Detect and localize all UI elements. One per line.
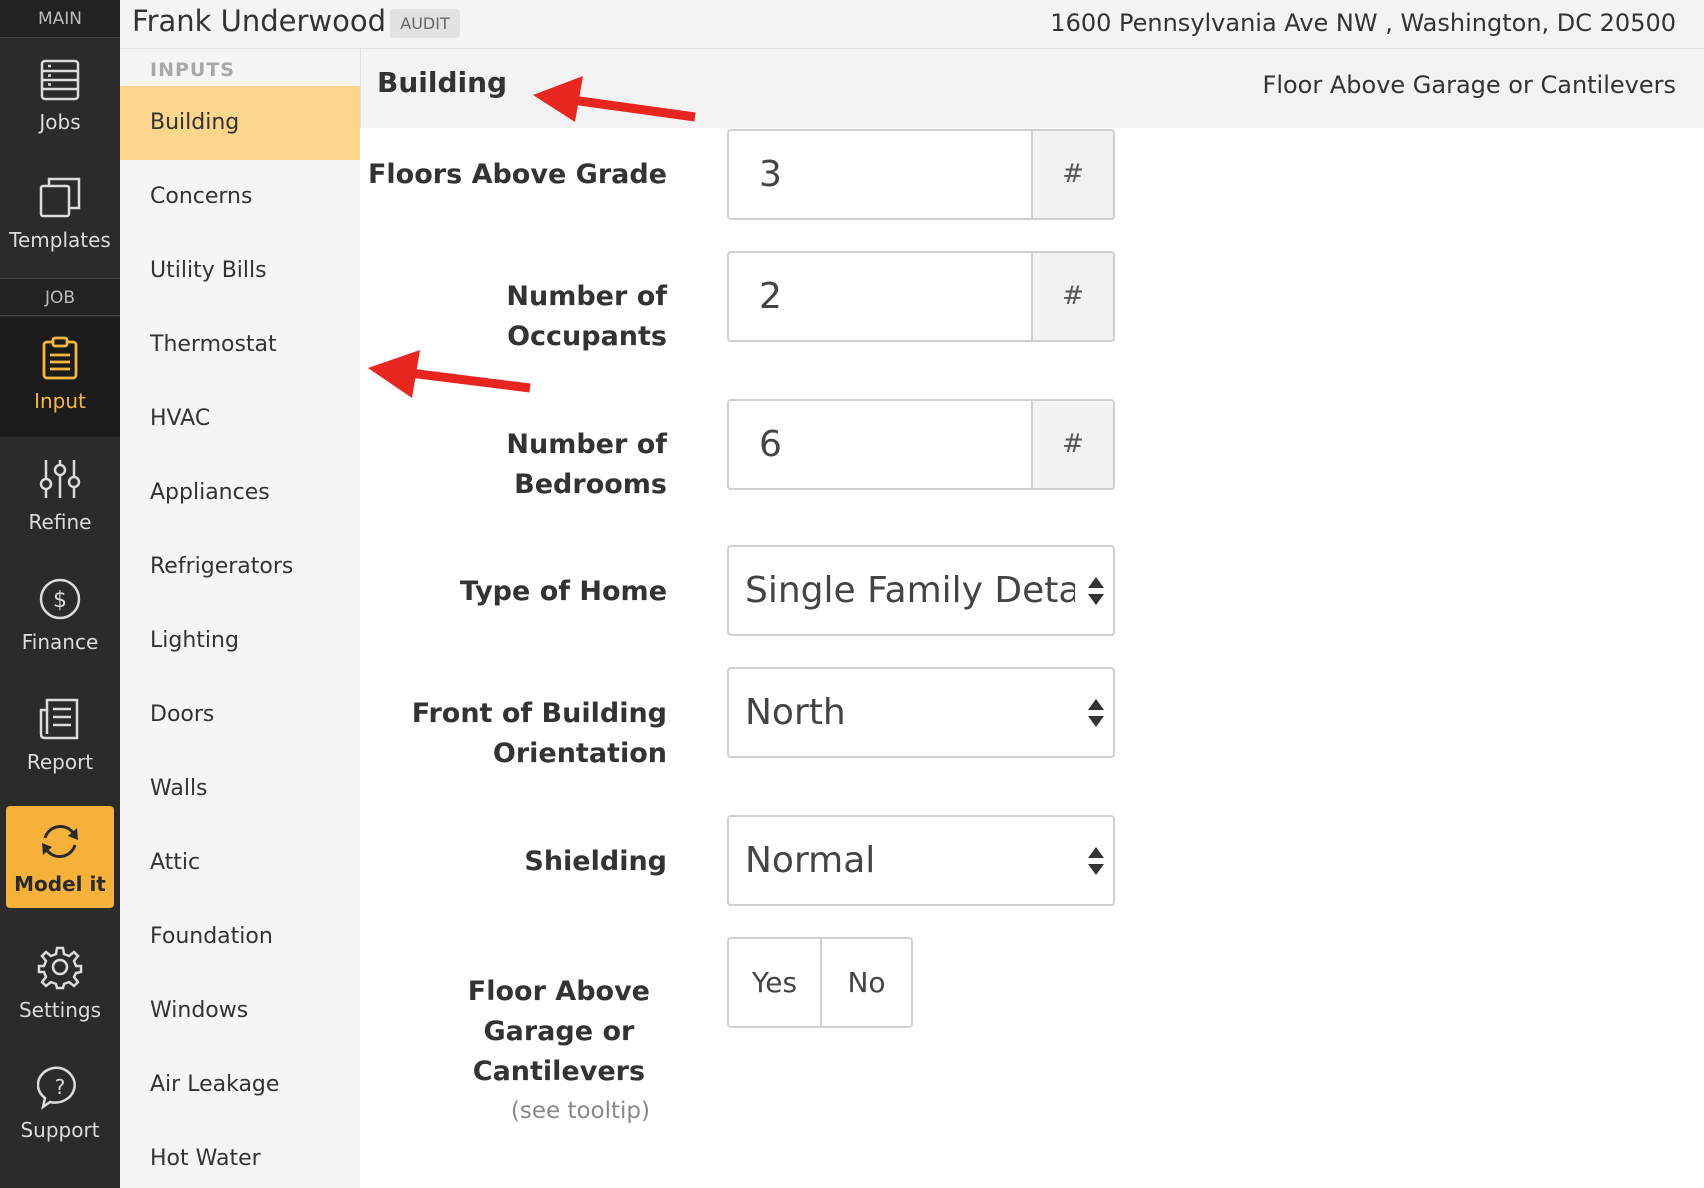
occupants-label-line1: Number of	[506, 281, 667, 312]
floors-above-grade-input[interactable]: 3 #	[727, 129, 1115, 220]
svg-text:$: $	[53, 588, 67, 613]
nav-support-label: Support	[20, 1118, 100, 1142]
orientation-value: North	[745, 692, 846, 733]
subnav-item-lighting[interactable]: Lighting	[120, 604, 360, 678]
occupants-input[interactable]: 2 #	[727, 251, 1115, 342]
nav-input-label: Input	[34, 389, 86, 413]
annotation-arrow-icon	[368, 350, 531, 398]
field-hint: Floor Above Garage or Cantilevers	[1262, 71, 1676, 99]
nav-settings[interactable]: Settings	[0, 944, 120, 1032]
nav-report-label: Report	[26, 750, 94, 774]
floor-above-garage-line1: Floor Above	[467, 976, 650, 1007]
inputs-subnav: INPUTS Building Concerns Utility Bills T…	[120, 49, 360, 1188]
orientation-label-line1: Front of Building	[411, 698, 667, 729]
sliders-icon	[39, 460, 81, 498]
subnav-item-air-leakage[interactable]: Air Leakage	[120, 1048, 360, 1122]
address: 1600 Pennsylvania Ave NW , Washington, D…	[1050, 9, 1676, 37]
select-caret-icon	[1088, 699, 1104, 727]
shielding-select[interactable]: Normal	[727, 815, 1115, 906]
subnav-item-hvac[interactable]: HVAC	[120, 382, 360, 456]
nav-refine[interactable]: Refine	[0, 456, 120, 544]
subnav-item-refrigerators[interactable]: Refrigerators	[120, 530, 360, 604]
nav-templates[interactable]: Templates	[0, 174, 120, 262]
dollar-icon: $	[39, 578, 81, 620]
subnav-item-appliances[interactable]: Appliances	[120, 456, 360, 530]
floor-above-garage-label: Floor Above Garage or Cantilevers	[468, 972, 650, 1092]
clipboard-icon	[42, 336, 78, 380]
select-caret-icon	[1088, 847, 1104, 875]
type-of-home-value: Single Family Detached	[745, 570, 1075, 611]
bedrooms-input[interactable]: 6 #	[727, 399, 1115, 490]
gear-icon	[37, 946, 83, 990]
see-tooltip-note[interactable]: (see tooltip)	[511, 1098, 650, 1124]
nav-refine-label: Refine	[28, 510, 92, 534]
occupants-label: Number of Occupants	[506, 277, 667, 357]
bedrooms-label-line2: Bedrooms	[514, 469, 667, 500]
shielding-label: Shielding	[524, 846, 667, 877]
subnav-item-thermostat[interactable]: Thermostat	[120, 308, 360, 382]
floor-above-garage-line2: Garage or	[483, 1016, 635, 1047]
subnav-item-windows[interactable]: Windows	[120, 974, 360, 1048]
list-icon	[40, 59, 80, 101]
model-it-label: Model it	[14, 872, 106, 896]
audit-badge: AUDIT	[390, 9, 460, 38]
bedrooms-label-line1: Number of	[506, 429, 667, 460]
annotation-arrow-icon	[533, 76, 696, 122]
model-it-button[interactable]: Model it	[6, 806, 114, 908]
nav-input[interactable]: Input	[0, 317, 120, 437]
job-section-label: JOB	[0, 278, 120, 316]
floor-above-garage-line3: Cantilevers	[472, 1056, 646, 1087]
number-addon: #	[1031, 401, 1113, 488]
number-addon: #	[1031, 131, 1113, 218]
nav-support[interactable]: ? Support	[0, 1064, 120, 1152]
nav-finance-label: Finance	[21, 630, 99, 654]
main-section-label: MAIN	[0, 0, 120, 38]
subnav-item-concerns[interactable]: Concerns	[120, 160, 360, 234]
user-name[interactable]: Frank Underwood	[132, 4, 386, 38]
no-button[interactable]: No	[820, 939, 911, 1026]
nav-report[interactable]: Report	[0, 696, 120, 784]
subnav-item-utility-bills[interactable]: Utility Bills	[120, 234, 360, 308]
occupants-value: 2	[759, 276, 782, 317]
subnav-item-building[interactable]: Building	[120, 86, 360, 160]
document-icon	[39, 698, 79, 740]
subnav-item-doors[interactable]: Doors	[120, 678, 360, 752]
nav-jobs-label: Jobs	[39, 110, 81, 134]
subnav-item-attic[interactable]: Attic	[120, 826, 360, 900]
number-addon: #	[1031, 253, 1113, 340]
copy-icon	[39, 177, 81, 218]
subnav-item-walls[interactable]: Walls	[120, 752, 360, 826]
select-caret-icon	[1088, 577, 1104, 605]
orientation-label-line2: Orientation	[492, 738, 667, 769]
bedrooms-value: 6	[759, 424, 782, 465]
nav-jobs[interactable]: Jobs	[0, 56, 120, 144]
shielding-value: Normal	[745, 840, 876, 881]
yes-button[interactable]: Yes	[729, 939, 820, 1026]
bedrooms-label: Number of Bedrooms	[506, 425, 667, 505]
floor-above-garage-toggle: Yes No	[727, 937, 913, 1028]
orientation-label: Front of Building Orientation	[412, 694, 667, 774]
nav-templates-label: Templates	[9, 228, 111, 252]
nav-finance[interactable]: $ Finance	[0, 576, 120, 664]
svg-text:?: ?	[55, 1075, 66, 1099]
top-header: Frank Underwood AUDIT 1600 Pennsylvania …	[120, 0, 1704, 49]
floors-above-grade-label: Floors Above Grade	[367, 159, 667, 190]
section-title: Building	[377, 66, 508, 99]
subnav-item-foundation[interactable]: Foundation	[120, 900, 360, 974]
refresh-icon	[42, 825, 78, 858]
subnav-item-hot-water[interactable]: Hot Water	[120, 1122, 360, 1188]
floors-above-grade-value: 3	[759, 154, 782, 195]
type-of-home-select[interactable]: Single Family Detached	[727, 545, 1115, 636]
main-sidebar: MAIN Jobs Templates JOB Input Refine $ F…	[0, 0, 120, 1188]
orientation-select[interactable]: North	[727, 667, 1115, 758]
nav-settings-label: Settings	[18, 998, 102, 1022]
help-icon: ?	[37, 1066, 76, 1110]
type-of-home-label: Type of Home	[459, 576, 667, 607]
inputs-title: INPUTS	[150, 59, 235, 81]
